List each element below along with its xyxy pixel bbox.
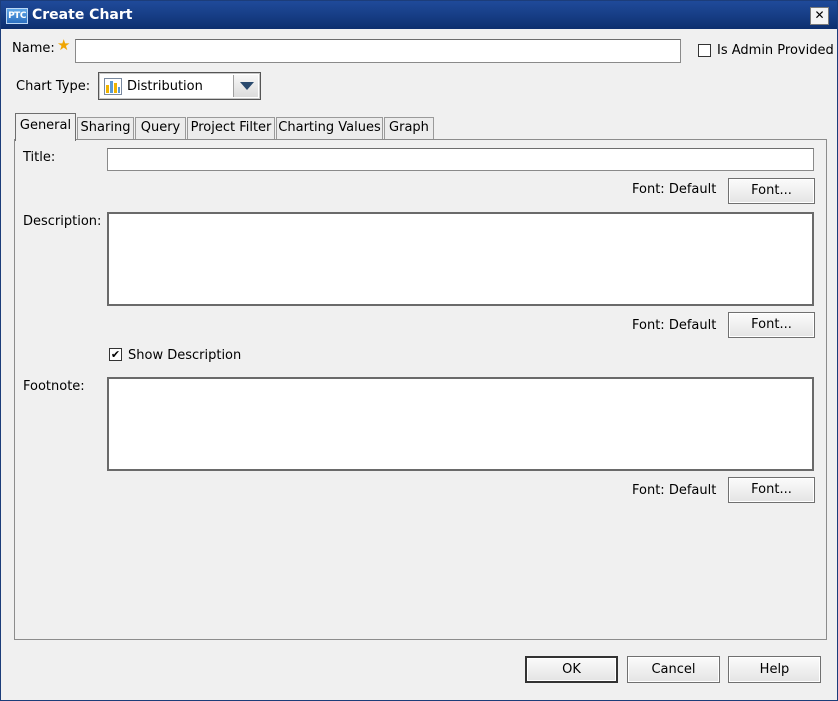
show-description-checkbox[interactable]: ✔ — [109, 348, 122, 361]
description-textarea[interactable] — [109, 214, 812, 304]
description-font-status: Font: Default — [632, 318, 717, 333]
tab-charting-values[interactable]: Charting Values — [276, 117, 383, 140]
dialog-title: Create Chart — [32, 7, 133, 23]
footnote-field-box — [107, 377, 814, 471]
footnote-label: Footnote: — [23, 379, 85, 394]
chevron-down-icon[interactable] — [233, 75, 258, 97]
title-field-box — [107, 148, 814, 171]
footnote-font-status: Font: Default — [632, 483, 717, 498]
title-label: Title: — [23, 150, 56, 165]
close-icon: ✕ — [814, 8, 825, 22]
show-description-label: Show Description — [128, 348, 242, 363]
name-input[interactable] — [76, 40, 680, 62]
tab-project-filter[interactable]: Project Filter — [187, 117, 275, 140]
ok-button[interactable]: OK — [525, 656, 618, 683]
checkmark-icon: ✔ — [110, 348, 121, 361]
title-font-status: Font: Default — [632, 182, 717, 197]
help-button[interactable]: Help — [728, 656, 821, 683]
tab-graph[interactable]: Graph — [384, 117, 434, 140]
title-bar[interactable]: PTC Create Chart ✕ — [1, 1, 837, 29]
title-font-button[interactable]: Font... — [728, 178, 815, 204]
name-field-box — [75, 39, 681, 63]
chart-type-label: Chart Type: — [16, 79, 91, 94]
tab-query[interactable]: Query — [135, 117, 186, 140]
close-button[interactable]: ✕ — [810, 7, 829, 25]
create-chart-dialog: PTC Create Chart ✕ Name: ★ Is Admin Prov… — [0, 0, 838, 701]
chart-type-select[interactable]: Distribution — [98, 72, 261, 100]
description-font-button[interactable]: Font... — [728, 312, 815, 338]
chart-type-value: Distribution — [127, 79, 203, 94]
footnote-font-button[interactable]: Font... — [728, 477, 815, 503]
cancel-button[interactable]: Cancel — [627, 656, 720, 683]
bar-chart-icon — [104, 78, 122, 95]
tab-sharing[interactable]: Sharing — [77, 117, 134, 140]
description-label: Description: — [23, 214, 102, 229]
footnote-textarea[interactable] — [109, 379, 812, 469]
tab-general[interactable]: General — [15, 113, 76, 141]
title-input[interactable] — [108, 149, 813, 170]
ptc-app-icon: PTC — [6, 8, 28, 24]
required-star-icon: ★ — [57, 36, 71, 54]
name-label: Name: — [12, 41, 55, 56]
is-admin-label: Is Admin Provided — [717, 43, 834, 58]
is-admin-checkbox[interactable] — [698, 44, 711, 57]
description-field-box — [107, 212, 814, 306]
